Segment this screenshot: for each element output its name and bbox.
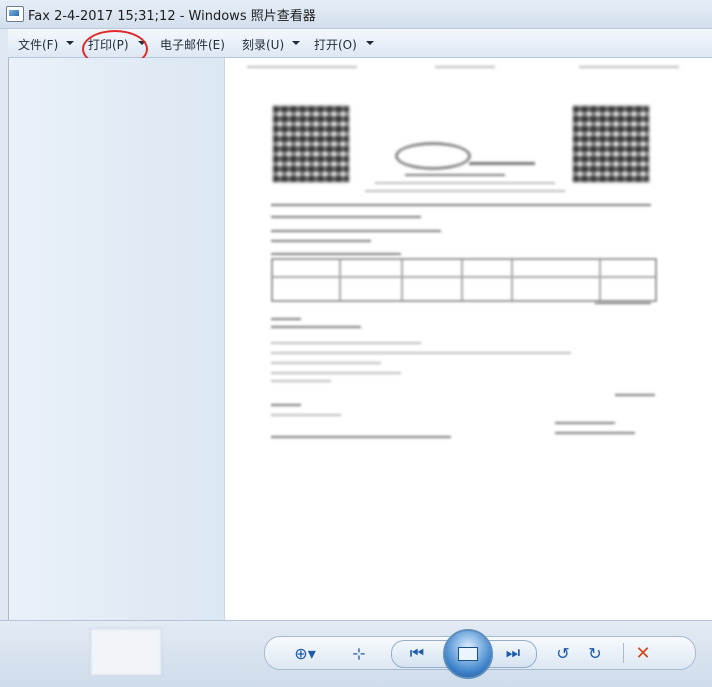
document-line [271, 326, 361, 328]
next-icon[interactable]: ⏭ [501, 642, 525, 664]
rotate-right-icon[interactable]: ↻ [583, 642, 607, 664]
document-line [271, 216, 421, 218]
chevron-down-icon[interactable] [366, 41, 374, 45]
document-table [271, 258, 657, 302]
rotate-left-icon[interactable]: ↺ [551, 642, 575, 664]
qr-code-image [273, 106, 349, 182]
menu-email[interactable]: 电子邮件(E) [160, 36, 225, 53]
document-line [271, 414, 341, 416]
zoom-icon[interactable]: ⊕▾ [285, 642, 325, 664]
company-text-blur [375, 182, 555, 184]
company-logo [395, 142, 471, 170]
fax-header-line [579, 66, 679, 68]
document-line [271, 253, 401, 255]
delete-icon[interactable]: ✕ [631, 642, 655, 664]
document-line [271, 342, 421, 344]
document-line [271, 380, 331, 382]
navigation-toolbar: ⊕▾ ⊹ ⏮ ⏭ ↺ ↻ ✕ [264, 629, 696, 679]
document-line [271, 318, 301, 320]
actual-size-icon[interactable]: ⊹ [347, 642, 371, 664]
fax-header-line [435, 66, 495, 68]
document-line [271, 230, 441, 232]
photo-viewer-icon [6, 6, 24, 22]
document-line [271, 372, 401, 374]
document-line [271, 362, 381, 364]
company-text-blur [405, 174, 505, 176]
slideshow-icon[interactable] [443, 629, 493, 679]
document-line [555, 422, 615, 424]
window-title: Fax 2-4-2017 15;31;12 - Windows 照片查看器 [28, 9, 316, 24]
background-thumbnail [90, 628, 162, 676]
menu-file[interactable]: 文件(F) [18, 36, 58, 53]
viewer-background [9, 58, 225, 620]
menu-burn[interactable]: 刻录(U) [242, 36, 284, 53]
company-name-blur [469, 162, 535, 165]
image-viewer[interactable] [8, 58, 712, 620]
document-line [615, 394, 655, 396]
toolbar-separator [623, 643, 624, 663]
company-text-blur [365, 190, 565, 192]
chevron-down-icon[interactable] [66, 41, 74, 45]
fax-header-line [247, 66, 357, 68]
previous-icon[interactable]: ⏮ [405, 642, 429, 664]
document-line [555, 432, 635, 434]
chevron-down-icon[interactable] [292, 41, 300, 45]
document-line [271, 436, 451, 438]
title-bar: Fax 2-4-2017 15;31;12 - Windows 照片查看器 [0, 0, 712, 29]
menu-open[interactable]: 打开(O) [314, 36, 357, 53]
document-line [271, 352, 571, 354]
document-line [595, 302, 651, 304]
qr-code-image [573, 106, 649, 182]
document-line [271, 204, 651, 206]
document-line [271, 240, 371, 242]
document-line [271, 404, 301, 406]
fax-document-image [225, 58, 712, 620]
